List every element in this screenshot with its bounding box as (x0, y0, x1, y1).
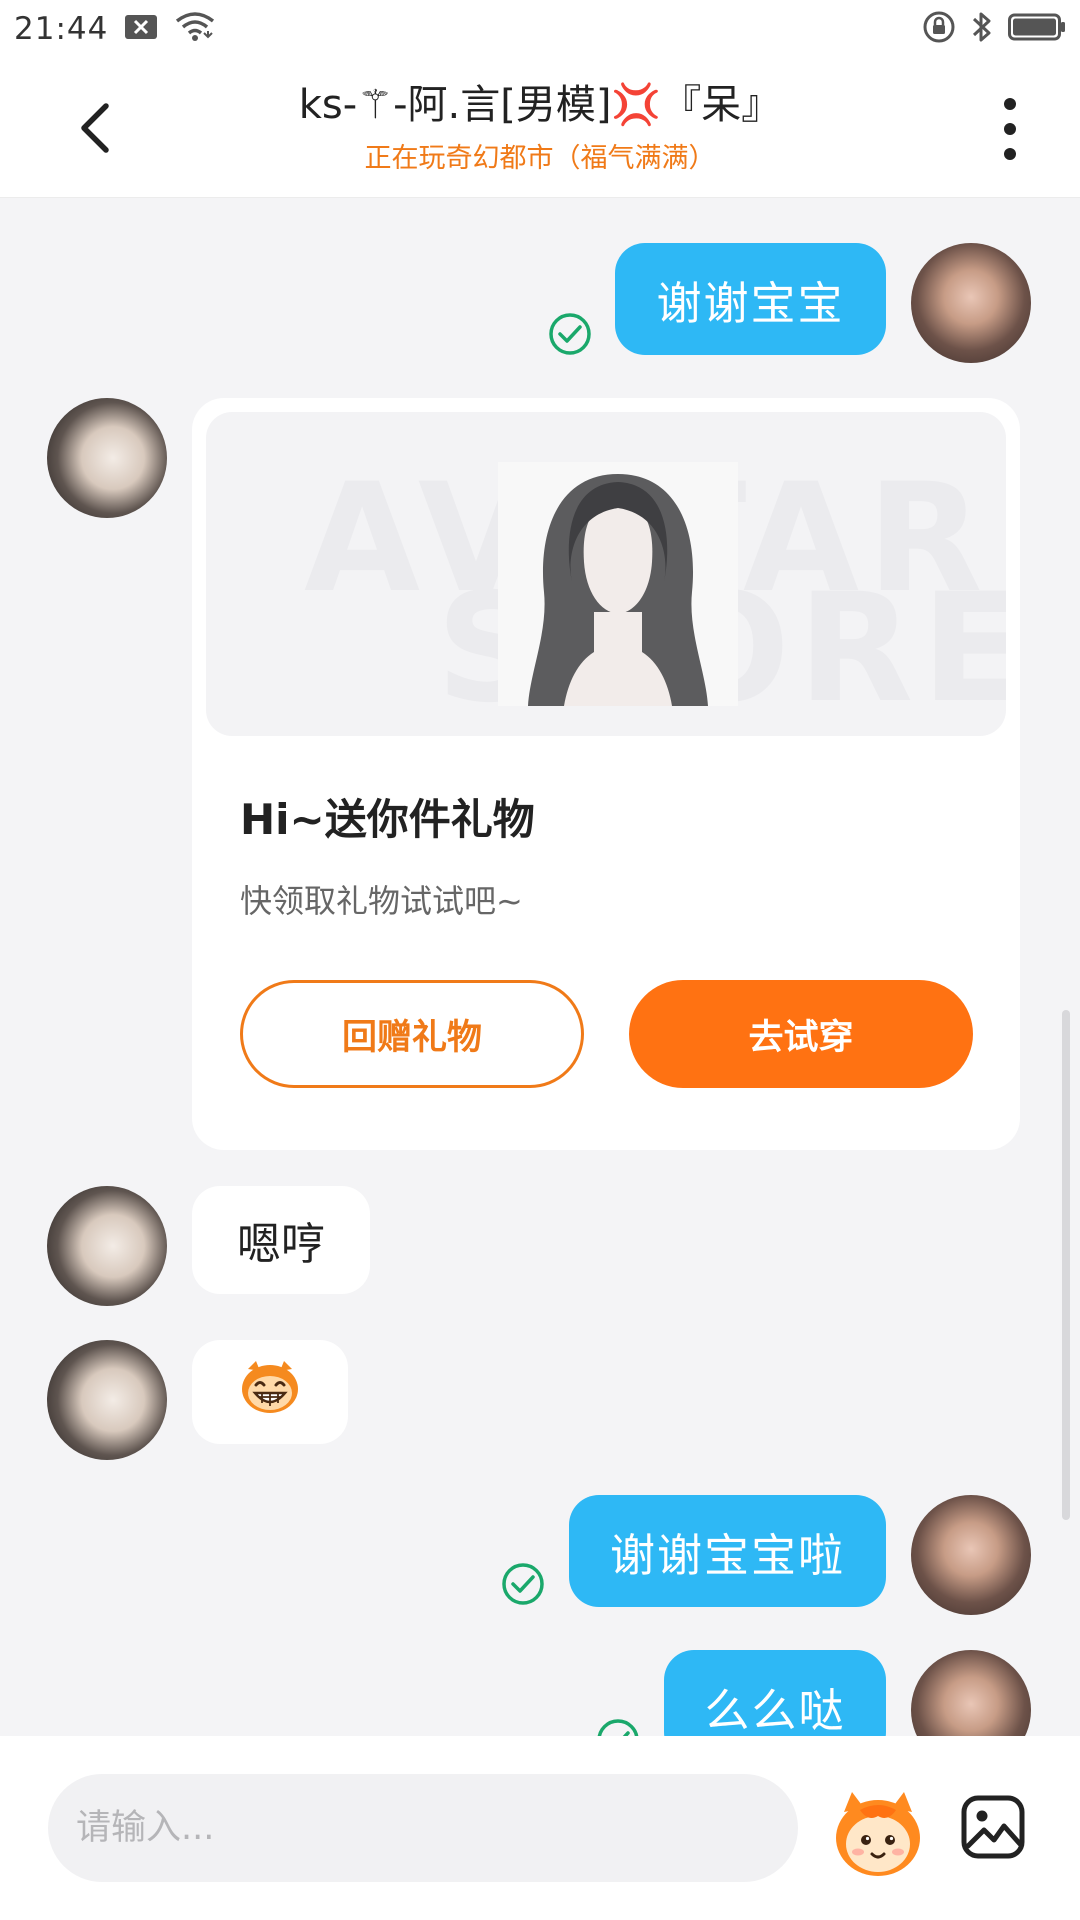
sticker-bubble[interactable] (192, 1340, 348, 1444)
gift-description: 快领取礼物试试吧~ (240, 882, 523, 920)
try-on-button[interactable]: 去试穿 (629, 980, 973, 1088)
emoji-button[interactable] (830, 1786, 926, 1882)
input-bar (0, 1736, 1080, 1920)
grinning-monkey-icon (238, 1359, 302, 1426)
contact-avatar[interactable] (47, 1186, 167, 1306)
image-icon (961, 1795, 1025, 1859)
chat-screen: 21:44 ks-⚚-阿.言[男模]💢『呆』 正在玩奇幻都市（福气满满） 谢谢宝… (0, 0, 1080, 1920)
sent-check-icon (501, 1562, 545, 1606)
gift-avatar-image (498, 462, 738, 706)
contact-avatar[interactable] (47, 1340, 167, 1460)
contact-name: ks-⚚-阿.言[男模]💢『呆』 (298, 82, 782, 128)
scrollbar[interactable] (1062, 1010, 1070, 1520)
back-button[interactable] (70, 98, 120, 158)
message-text: 么么哒 (704, 1683, 846, 1737)
message-bubble[interactable]: 谢谢宝宝 (615, 243, 886, 355)
chevron-left-icon (81, 103, 109, 153)
more-vertical-icon (1004, 98, 1016, 160)
return-gift-button[interactable]: 回赠礼物 (240, 980, 584, 1088)
message-bubble[interactable]: 谢谢宝宝啦 (569, 1495, 886, 1607)
status-bar: 21:44 (0, 0, 1080, 58)
image-button[interactable] (960, 1794, 1026, 1860)
message-text: 谢谢宝宝 (656, 276, 845, 330)
message-text: 谢谢宝宝啦 (609, 1528, 845, 1582)
message-bubble[interactable]: 嗯哼 (192, 1186, 370, 1294)
notification-icon (124, 13, 158, 45)
more-options-button[interactable] (990, 94, 1030, 164)
my-avatar[interactable] (911, 1495, 1031, 1615)
mascot-emoji-icon (836, 1792, 920, 1876)
sent-check-icon (548, 312, 592, 356)
wifi-icon (174, 11, 216, 47)
battery-icon (1008, 12, 1066, 46)
chat-header: ks-⚚-阿.言[男模]💢『呆』 正在玩奇幻都市（福气满满） (0, 58, 1080, 198)
contact-avatar[interactable] (47, 398, 167, 518)
gift-banner: AVATAR STORE (206, 412, 1006, 736)
my-avatar[interactable] (911, 243, 1031, 363)
message-input[interactable] (48, 1774, 798, 1882)
bluetooth-icon (970, 10, 994, 48)
status-time: 21:44 (14, 11, 109, 47)
gift-title: Hi~送你件礼物 (240, 795, 535, 844)
contact-status: 正在玩奇幻都市（福气满满） (364, 143, 716, 174)
message-text: 嗯哼 (237, 1219, 325, 1270)
lock-icon (922, 10, 956, 48)
gift-card[interactable]: AVATAR STORE Hi~送你件礼物 快领取礼物试试吧~ 回赠礼物 去试穿 (192, 398, 1020, 1150)
